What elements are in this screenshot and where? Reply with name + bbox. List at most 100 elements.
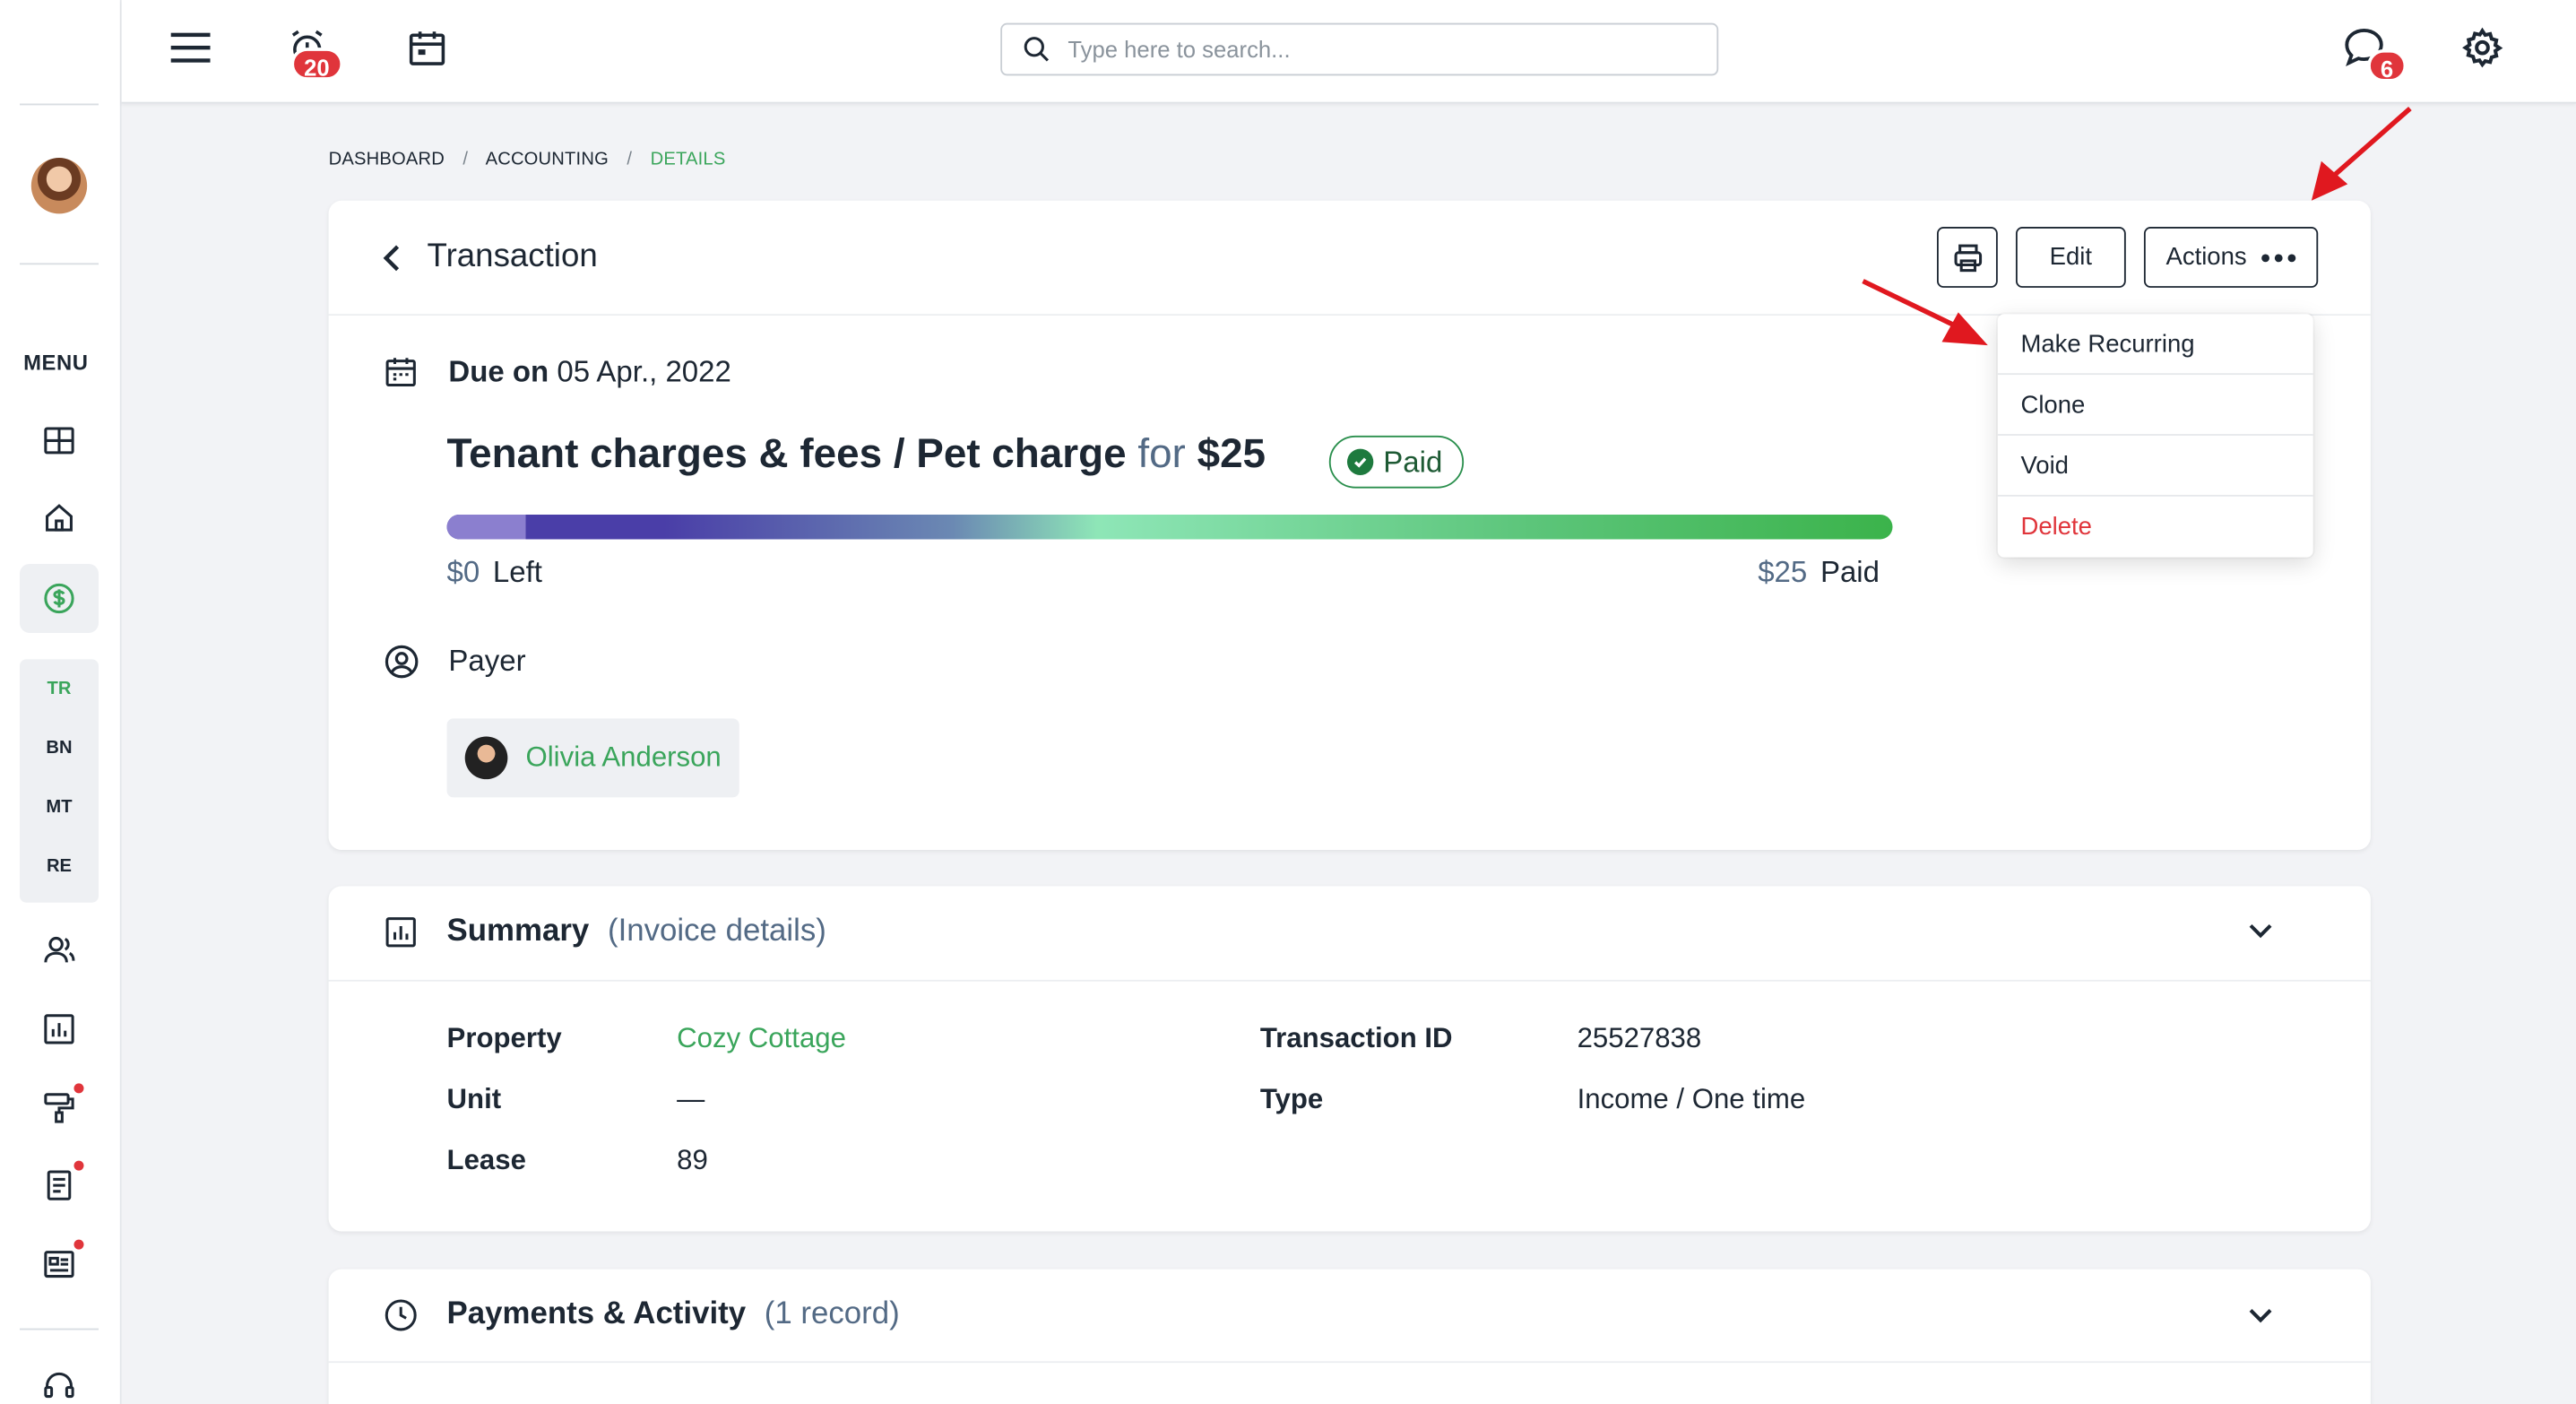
- left-amount-value: $0: [446, 555, 480, 589]
- people-icon: [44, 936, 75, 963]
- dollar-circle-icon: [44, 583, 74, 614]
- sidebar: MENU TR BN MT RE: [0, 0, 122, 1404]
- headset-icon: [44, 1372, 74, 1399]
- payments-collapse-button[interactable]: [2247, 1304, 2273, 1333]
- submenu-item-re[interactable]: RE: [20, 856, 99, 876]
- transaction-id-label: Transaction ID: [1259, 1022, 1453, 1054]
- property-value[interactable]: Cozy Cottage: [677, 1023, 846, 1056]
- lease-value: 89: [677, 1144, 708, 1176]
- notification-dot: [73, 1239, 84, 1250]
- paid-amount-value: $25: [1758, 555, 1808, 589]
- printer-icon: [1953, 243, 1982, 272]
- sidebar-item-support[interactable]: [36, 1363, 82, 1404]
- type-label: Type: [1259, 1083, 1324, 1115]
- actions-label: Actions: [2165, 243, 2247, 272]
- hamburger-menu-button[interactable]: [166, 23, 215, 73]
- annotation-arrow-icon: [2311, 106, 2412, 201]
- sidebar-divider: [19, 263, 99, 265]
- search-icon: [1024, 37, 1050, 62]
- page-title: Transaction: [427, 238, 598, 275]
- summary-icon-wrap: [383, 914, 419, 959]
- menu-item-clone[interactable]: Clone: [1997, 375, 2313, 436]
- user-circle-icon: [385, 645, 419, 679]
- unit-label: Unit: [446, 1083, 502, 1115]
- payments-title-text: Payments & Activity: [446, 1296, 747, 1332]
- actions-dropdown: Make Recurring Clone Void Delete: [1997, 314, 2313, 558]
- edit-button[interactable]: Edit: [2015, 227, 2126, 288]
- alarm-badge: 20: [290, 48, 343, 81]
- chevron-left-icon: [383, 245, 400, 272]
- check-circle-icon: [1346, 448, 1374, 475]
- chevron-down-icon: [2249, 1309, 2272, 1323]
- bar-chart-icon: [44, 1014, 74, 1044]
- search-box[interactable]: [1000, 22, 1719, 76]
- newspaper-icon: [44, 1251, 74, 1278]
- payer-chip[interactable]: Olivia Anderson: [446, 718, 739, 798]
- due-date-value: 05 Apr., 2022: [557, 355, 731, 388]
- breadcrumb-accounting[interactable]: ACCOUNTING: [486, 150, 609, 169]
- chevron-down-icon: [2249, 923, 2272, 939]
- breadcrumb-separator: /: [627, 149, 633, 169]
- due-label: Due on: [448, 355, 549, 388]
- home-icon: [46, 504, 73, 532]
- breadcrumb: DASHBOARD / ACCOUNTING / DETAILS: [329, 150, 739, 169]
- payments-title[interactable]: Payments & Activity (1 record): [447, 1297, 900, 1333]
- sidebar-item-people[interactable]: [36, 927, 82, 973]
- submenu-item-tr[interactable]: TR: [20, 679, 99, 698]
- annotation-arrow-icon: [1862, 279, 1988, 346]
- due-calendar-icon-wrap: [383, 353, 419, 398]
- transaction-amount: $25: [1197, 430, 1266, 477]
- more-dots-icon: [2260, 253, 2295, 262]
- payer-name[interactable]: Olivia Anderson: [526, 741, 722, 775]
- property-label: Property: [446, 1022, 562, 1054]
- topbar: 20 6: [121, 0, 2576, 104]
- sidebar-item-dashboard[interactable]: [36, 418, 82, 464]
- status-label: Paid: [1383, 445, 1443, 478]
- menu-item-delete[interactable]: Delete: [1998, 497, 2313, 558]
- summary-title-text: Summary: [446, 914, 590, 949]
- type-value: Income / One time: [1577, 1083, 1806, 1115]
- calendar-icon: [385, 358, 416, 387]
- summary-title[interactable]: Summary (Invoice details): [447, 914, 826, 950]
- sidebar-item-accounting[interactable]: [36, 576, 82, 621]
- notification-dot: [73, 1083, 84, 1094]
- status-badge: Paid: [1328, 435, 1465, 489]
- gear-icon: [2462, 27, 2503, 68]
- unit-value: —: [677, 1083, 705, 1115]
- card-divider: [328, 1361, 2371, 1364]
- transaction-category: Tenant charges & fees / Pet charge: [446, 430, 1127, 477]
- actions-button[interactable]: Actions: [2143, 227, 2319, 288]
- paid-amount-label: Paid: [1820, 555, 1880, 589]
- menu-item-make-recurring[interactable]: Make Recurring: [1997, 314, 2313, 376]
- clock-icon: [385, 1299, 417, 1331]
- chat-badge: 6: [2367, 49, 2407, 82]
- sidebar-divider: [19, 103, 99, 106]
- breadcrumb-dashboard[interactable]: DASHBOARD: [329, 150, 445, 169]
- bar-chart-icon: [385, 917, 416, 948]
- sidebar-item-reports[interactable]: [36, 1006, 82, 1052]
- payments-icon-wrap: [383, 1297, 419, 1342]
- submenu-item-bn[interactable]: BN: [20, 738, 99, 758]
- progress-start-segment: [446, 514, 526, 540]
- breadcrumb-details: DETAILS: [650, 149, 726, 169]
- payment-progress-bar: [446, 514, 1893, 540]
- menu-item-void[interactable]: Void: [1997, 436, 2313, 497]
- summary-subtitle: (Invoice details): [607, 914, 826, 949]
- search-input[interactable]: [1068, 36, 1692, 63]
- paint-roller-icon: [44, 1093, 74, 1123]
- back-button[interactable]: [378, 242, 411, 275]
- menu-label: MENU: [23, 350, 89, 376]
- calendar-button[interactable]: [402, 23, 452, 73]
- summary-collapse-button[interactable]: [2247, 919, 2273, 949]
- submenu-item-mt[interactable]: MT: [20, 797, 99, 817]
- paid-amount: $25 Paid: [1758, 556, 1880, 591]
- calendar-icon: [409, 31, 445, 65]
- avatar[interactable]: [30, 158, 88, 214]
- settings-button[interactable]: [2458, 23, 2507, 73]
- transaction-id-value: 25527838: [1577, 1022, 1702, 1054]
- sidebar-divider: [19, 1328, 99, 1330]
- payer-avatar: [464, 736, 508, 780]
- payer-icon-wrap: [383, 643, 420, 689]
- payer-label: Payer: [448, 644, 526, 678]
- sidebar-item-properties[interactable]: [36, 495, 82, 541]
